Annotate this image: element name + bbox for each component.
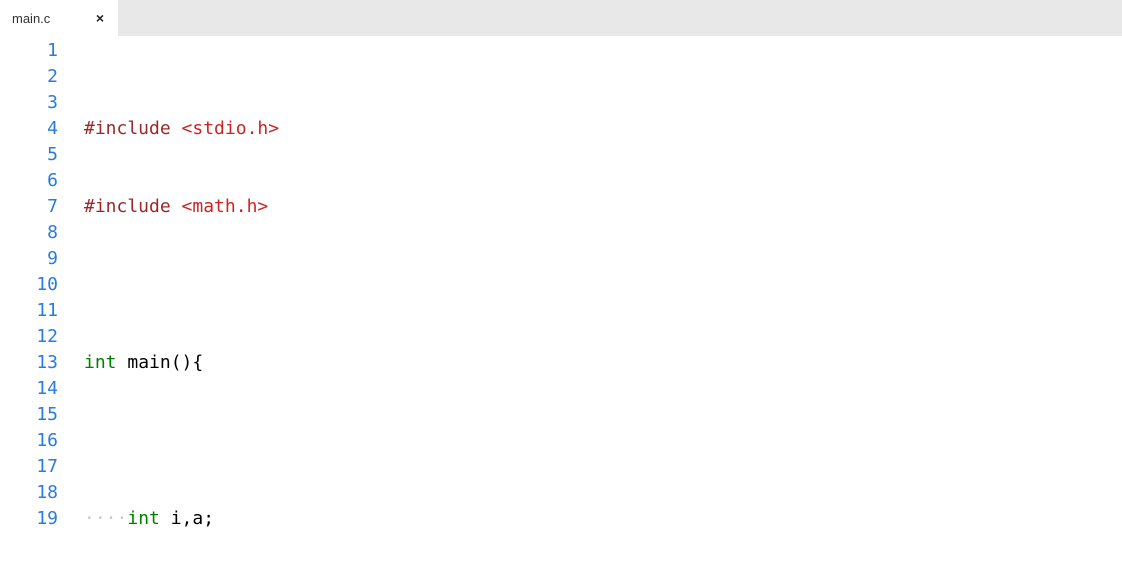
tab-bar: main.c × [0,0,1122,36]
code-area[interactable]: #include <stdio.h> #include <math.h> int… [68,38,1122,571]
line-number: 8 [0,220,58,246]
line-number: 15 [0,402,58,428]
line-number: 2 [0,64,58,90]
line-number: 1 [0,38,58,64]
line-number: 6 [0,168,58,194]
close-icon[interactable]: × [92,10,108,26]
line-number: 11 [0,298,58,324]
tab-filename: main.c [12,11,50,26]
code-line: #include <stdio.h> [84,116,1122,142]
line-number: 5 [0,142,58,168]
line-number: 13 [0,350,58,376]
code-line [84,272,1122,298]
line-number: 3 [0,90,58,116]
editor[interactable]: 12345678910111213141516171819 #include <… [0,36,1122,571]
tab-main-c[interactable]: main.c × [0,0,118,36]
line-number: 4 [0,116,58,142]
line-number: 10 [0,272,58,298]
line-number: 17 [0,454,58,480]
line-number: 12 [0,324,58,350]
gutter: 12345678910111213141516171819 [0,38,68,571]
code-line: #include <math.h> [84,194,1122,220]
line-number: 16 [0,428,58,454]
line-number: 9 [0,246,58,272]
code-line: int main(){ [84,350,1122,376]
code-line [84,428,1122,454]
line-number: 14 [0,376,58,402]
line-number: 7 [0,194,58,220]
line-number: 19 [0,506,58,532]
line-number: 18 [0,480,58,506]
code-line: ····int i,a; [84,506,1122,532]
